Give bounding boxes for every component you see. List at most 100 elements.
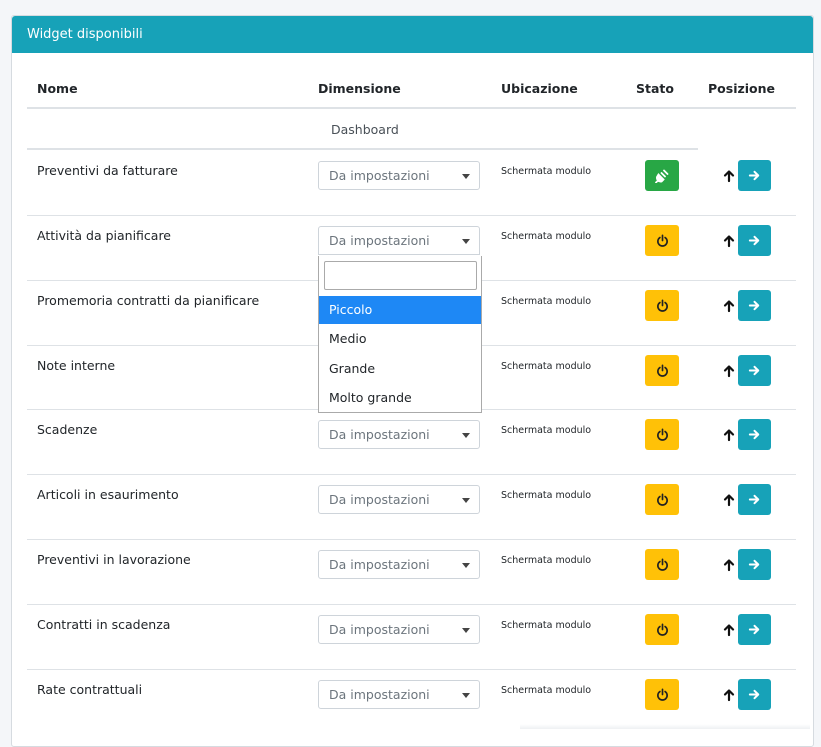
widget-location: Schermata modulo [501, 555, 592, 566]
widget-location: Schermata modulo [501, 685, 592, 696]
plug-icon [655, 169, 669, 183]
size-select-value: Da impostazioni [329, 557, 430, 572]
size-select[interactable]: Da impostazioni [318, 485, 480, 514]
power-icon [656, 688, 669, 701]
widget-name: Promemoria contratti da pianificare [37, 293, 260, 308]
size-select-value: Da impostazioni [329, 622, 430, 637]
size-select-value: Da impostazioni [329, 168, 430, 183]
activate-button[interactable] [645, 614, 679, 645]
activate-button[interactable] [645, 225, 679, 256]
arrow-right-icon [748, 688, 761, 701]
arrow-up-icon[interactable] [722, 427, 736, 442]
size-select-value: Da impostazioni [329, 492, 430, 507]
caret-down-icon [462, 239, 470, 244]
activate-button[interactable] [645, 679, 679, 710]
dropdown-option[interactable]: Piccolo [319, 296, 481, 324]
widget-name: Scadenze [37, 422, 98, 437]
row-divider [27, 669, 796, 670]
widget-name: Rate contrattuali [37, 682, 143, 697]
row-divider [27, 539, 796, 540]
arrow-up-icon[interactable] [722, 298, 736, 313]
header-location: Ubicazione [501, 81, 578, 96]
size-select[interactable]: Da impostazioni [318, 550, 480, 579]
dropdown-option[interactable]: Medio [319, 325, 481, 353]
size-dropdown: Piccolo Medio Grande Molto grande [318, 256, 482, 413]
widget-location: Schermata modulo [501, 296, 592, 307]
dropdown-option[interactable]: Grande [319, 355, 481, 383]
widget-name: Attività da pianificare [37, 228, 172, 243]
arrow-right-icon [748, 428, 761, 441]
footer-edge [520, 724, 810, 729]
size-select-value: Da impostazioni [329, 427, 430, 442]
power-icon [656, 493, 669, 506]
activate-button[interactable] [645, 290, 679, 321]
arrow-up-icon[interactable] [722, 492, 736, 507]
move-right-button[interactable] [738, 355, 771, 386]
size-select-value: Da impostazioni [329, 687, 430, 702]
widget-location: Schermata modulo [501, 490, 592, 501]
caret-down-icon [462, 693, 470, 698]
power-icon [656, 299, 669, 312]
arrow-up-icon[interactable] [722, 622, 736, 637]
card-title: Widget disponibili [12, 16, 813, 53]
size-select[interactable]: Da impostazioni [318, 420, 480, 449]
power-icon [656, 558, 669, 571]
power-icon [656, 364, 669, 377]
header-position: Posizione [708, 81, 775, 96]
arrow-right-icon [748, 169, 761, 182]
activate-button[interactable] [645, 355, 679, 386]
move-right-button[interactable] [738, 160, 771, 191]
widget-location: Schermata modulo [501, 361, 592, 372]
header-divider [27, 107, 796, 109]
size-select-value: Da impostazioni [329, 233, 430, 248]
dropdown-option[interactable]: Molto grande [319, 384, 481, 412]
group-divider [27, 148, 698, 150]
caret-down-icon [462, 498, 470, 503]
size-select[interactable]: Da impostazioni [318, 161, 480, 190]
widget-location: Schermata modulo [501, 620, 592, 631]
size-select[interactable]: Da impostazioni [318, 680, 480, 709]
header-state: Stato [636, 81, 674, 96]
move-right-button[interactable] [738, 679, 771, 710]
header-name: Nome [37, 81, 78, 96]
row-divider [27, 474, 796, 475]
caret-down-icon [462, 174, 470, 179]
widget-name: Preventivi da fatturare [37, 163, 178, 178]
widget-name: Note interne [37, 358, 116, 373]
arrow-up-icon[interactable] [722, 168, 736, 183]
move-right-button[interactable] [738, 614, 771, 645]
power-icon [656, 234, 669, 247]
activate-button[interactable] [645, 419, 679, 450]
widget-location: Schermata modulo [501, 166, 592, 177]
arrow-right-icon [748, 493, 761, 506]
arrow-up-icon[interactable] [722, 363, 736, 378]
header-size: Dimensione [318, 81, 401, 96]
activate-button[interactable] [645, 484, 679, 515]
caret-down-icon [462, 563, 470, 568]
widget-location: Schermata modulo [501, 231, 592, 242]
arrow-up-icon[interactable] [722, 557, 736, 572]
row-divider [27, 604, 796, 605]
power-icon [656, 428, 669, 441]
size-select[interactable]: Da impostazioni [318, 226, 480, 255]
move-right-button[interactable] [738, 484, 771, 515]
caret-down-icon [462, 433, 470, 438]
dropdown-search-input[interactable] [324, 261, 477, 290]
arrow-right-icon [748, 623, 761, 636]
move-right-button[interactable] [738, 549, 771, 580]
move-right-button[interactable] [738, 225, 771, 256]
widget-name: Preventivi in lavorazione [37, 552, 191, 567]
move-right-button[interactable] [738, 419, 771, 450]
move-right-button[interactable] [738, 290, 771, 321]
widget-location: Schermata modulo [501, 425, 592, 436]
arrow-right-icon [748, 364, 761, 377]
caret-down-icon [462, 628, 470, 633]
size-select[interactable]: Da impostazioni [318, 615, 480, 644]
activate-button[interactable] [645, 549, 679, 580]
deactivate-button[interactable] [645, 160, 679, 191]
arrow-up-icon[interactable] [722, 687, 736, 702]
widget-name: Articoli in esaurimento [37, 487, 179, 502]
row-divider [27, 215, 796, 216]
arrow-right-icon [748, 299, 761, 312]
arrow-up-icon[interactable] [722, 233, 736, 248]
